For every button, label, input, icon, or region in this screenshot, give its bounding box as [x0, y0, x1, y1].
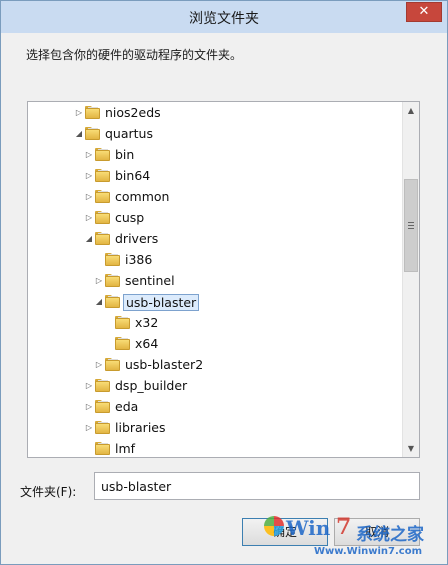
tree-item[interactable]: lmf	[28, 439, 403, 457]
folder-icon	[95, 421, 110, 434]
tree-item-label: sentinel	[125, 273, 175, 288]
collapsed-arrow-icon[interactable]: ▷	[94, 275, 104, 287]
tree-item[interactable]: ◢ usb-blaster	[28, 292, 403, 313]
collapsed-arrow-icon[interactable]: ▷	[84, 422, 94, 434]
tree-item-label: i386	[125, 252, 153, 267]
folder-input[interactable]	[94, 472, 420, 500]
title-bar: 浏览文件夹 ✕	[1, 1, 447, 33]
scroll-up-icon: ▲	[407, 106, 415, 115]
folder-icon	[95, 190, 110, 203]
windows-logo-icon	[264, 516, 284, 536]
folder-field-label: 文件夹(F):	[20, 485, 77, 499]
folder-icon	[95, 211, 110, 224]
tree-item-label: cusp	[115, 210, 145, 225]
tree-item-label: eda	[115, 399, 139, 414]
collapsed-arrow-icon[interactable]: ▷	[84, 191, 94, 203]
vertical-scrollbar[interactable]: ▲ ▼	[402, 102, 419, 457]
expanded-arrow-icon[interactable]: ◢	[94, 296, 104, 308]
tree-item[interactable]: ▷ bin	[28, 145, 403, 166]
folder-icon	[85, 127, 100, 140]
scroll-grip-icon	[408, 222, 414, 229]
collapsed-arrow-icon[interactable]: ▷	[84, 170, 94, 182]
collapsed-arrow-icon[interactable]: ▷	[84, 149, 94, 161]
tree-item-label: nios2eds	[105, 105, 161, 120]
watermark-number: 7	[336, 514, 352, 540]
browse-folder-dialog: 浏览文件夹 ✕ 选择包含你的硬件的驱动程序的文件夹。 ▷ nios2eds ◢ qua…	[0, 0, 448, 565]
watermark-url: Www.Winwin7.com	[314, 546, 423, 557]
tree-item[interactable]: ▷ libraries	[28, 418, 403, 439]
folder-icon	[95, 232, 110, 245]
tree-item[interactable]: ▷ sentinel	[28, 271, 403, 292]
collapsed-arrow-icon[interactable]: ▷	[74, 107, 84, 119]
tree-item-label: bin	[115, 147, 135, 162]
folder-tree[interactable]: ▷ nios2eds ◢ quartus ▷ bin ▷ bin64 ▷ common ▷ cusp ◢…	[27, 101, 420, 458]
folder-icon	[105, 358, 120, 371]
expanded-arrow-icon[interactable]: ◢	[84, 233, 94, 245]
tree-item[interactable]: ▷ dsp_builder	[28, 376, 403, 397]
close-button[interactable]: ✕	[406, 2, 442, 22]
tree-item[interactable]: ◢ drivers	[28, 229, 403, 250]
folder-icon	[105, 253, 120, 266]
collapsed-arrow-icon[interactable]: ▷	[84, 212, 94, 224]
folder-tree-list: ▷ nios2eds ◢ quartus ▷ bin ▷ bin64 ▷ common ▷ cusp ◢…	[28, 102, 403, 457]
tree-item[interactable]: ▷ bin64	[28, 166, 403, 187]
tree-item[interactable]: i386	[28, 250, 403, 271]
watermark-brand: Win	[286, 516, 331, 540]
scroll-thumb[interactable]	[404, 179, 418, 272]
tree-item-label: libraries	[115, 420, 166, 435]
folder-icon	[115, 316, 130, 329]
folder-icon	[95, 148, 110, 161]
tree-item[interactable]: ▷ usb-blaster2	[28, 355, 403, 376]
collapsed-arrow-icon[interactable]: ▷	[84, 380, 94, 392]
tree-item-label: x64	[135, 336, 159, 351]
watermark-cn: 系统之家	[356, 525, 424, 545]
tree-item[interactable]: x32	[28, 313, 403, 334]
folder-icon	[95, 169, 110, 182]
tree-item[interactable]: ▷ cusp	[28, 208, 403, 229]
watermark: Win 7 系统之家 Www.Winwin7.com	[264, 514, 446, 562]
scroll-up-button[interactable]: ▲	[403, 102, 419, 119]
tree-item-label: dsp_builder	[115, 378, 188, 393]
folder-icon	[95, 442, 110, 455]
tree-item[interactable]: ◢ quartus	[28, 124, 403, 145]
folder-icon	[95, 379, 110, 392]
tree-item[interactable]: ▷ nios2eds	[28, 103, 403, 124]
folder-icon	[115, 337, 130, 350]
tree-item[interactable]: x64	[28, 334, 403, 355]
scroll-down-icon: ▼	[407, 444, 415, 453]
dialog-title: 浏览文件夹	[189, 11, 259, 27]
folder-icon	[105, 295, 120, 308]
folder-icon	[85, 106, 100, 119]
instruction-text: 选择包含你的硬件的驱动程序的文件夹。	[26, 48, 243, 62]
tree-item-label: quartus	[105, 126, 153, 141]
folder-icon	[105, 274, 120, 287]
tree-item-label: drivers	[115, 231, 159, 246]
tree-item-label: x32	[135, 315, 159, 330]
tree-item-label: common	[115, 189, 170, 204]
tree-item-label: lmf	[115, 441, 136, 456]
tree-item[interactable]: ▷ eda	[28, 397, 403, 418]
tree-item-label: bin64	[115, 168, 151, 183]
folder-icon	[95, 400, 110, 413]
tree-item[interactable]: ▷ common	[28, 187, 403, 208]
expanded-arrow-icon[interactable]: ◢	[74, 128, 84, 140]
collapsed-arrow-icon[interactable]: ▷	[84, 401, 94, 413]
tree-item-label: usb-blaster2	[125, 357, 204, 372]
collapsed-arrow-icon[interactable]: ▷	[94, 359, 104, 371]
close-icon: ✕	[418, 4, 430, 19]
tree-item-label: usb-blaster	[123, 294, 200, 311]
scroll-down-button[interactable]: ▼	[403, 440, 419, 457]
